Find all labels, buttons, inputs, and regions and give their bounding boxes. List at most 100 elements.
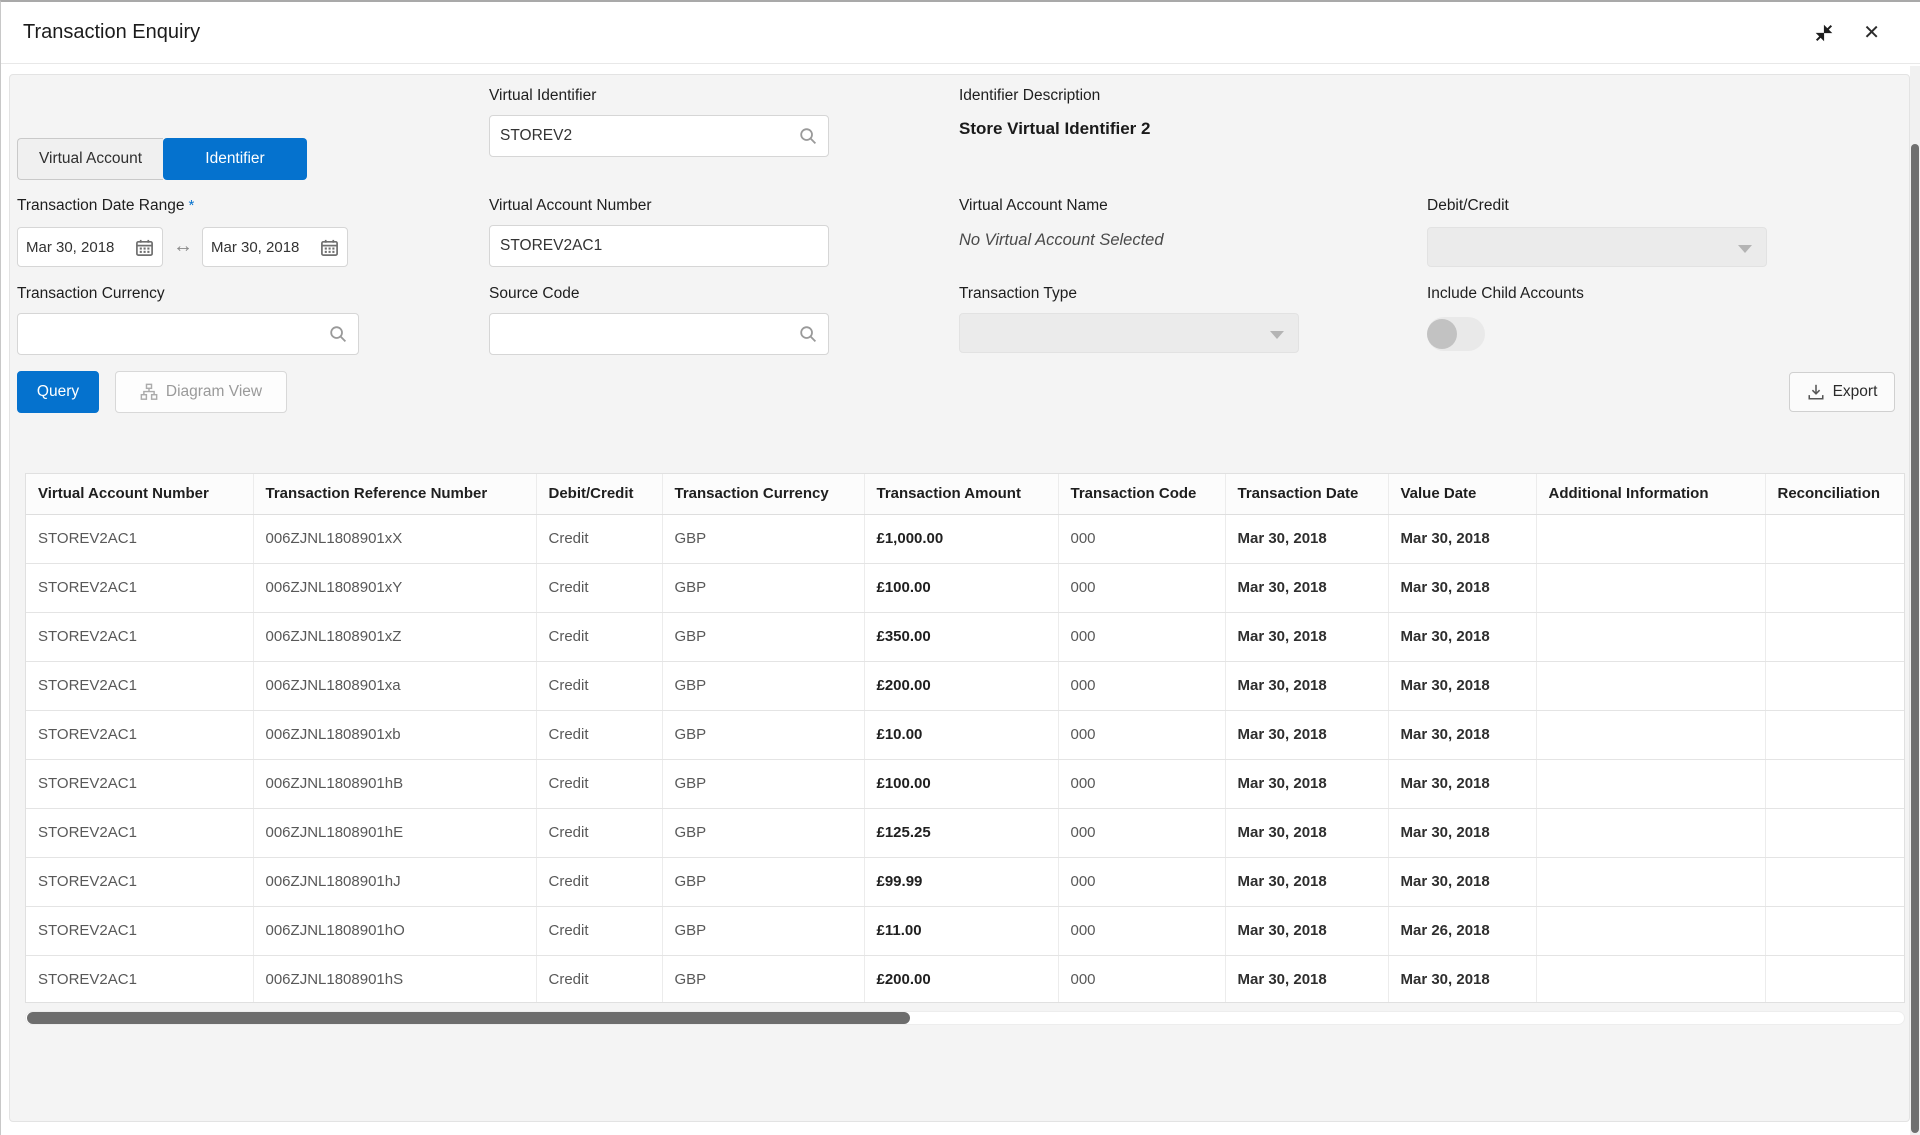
diagram-view-button[interactable]: Diagram View bbox=[115, 371, 287, 413]
column-header-transaction-amount[interactable]: Transaction Amount bbox=[864, 474, 1058, 514]
chevron-down-icon bbox=[1270, 331, 1284, 339]
cell-transaction-date: Mar 30, 2018 bbox=[1225, 563, 1388, 612]
cell-virtual-account-number: STOREV2AC1 bbox=[26, 955, 253, 1003]
required-asterisk: * bbox=[188, 197, 194, 214]
table-row[interactable]: STOREV2AC1006ZJNL1808901xZCreditGBP£350.… bbox=[26, 612, 1905, 661]
cell-transaction-code: 000 bbox=[1058, 710, 1225, 759]
export-button[interactable]: Export bbox=[1789, 372, 1895, 412]
table-row[interactable]: STOREV2AC1006ZJNL1808901xbCreditGBP£10.0… bbox=[26, 710, 1905, 759]
include-child-accounts-toggle[interactable] bbox=[1427, 317, 1485, 351]
column-header-reconciliation[interactable]: Reconciliation bbox=[1765, 474, 1905, 514]
column-header-transaction-date[interactable]: Transaction Date bbox=[1225, 474, 1388, 514]
cell-virtual-account-number: STOREV2AC1 bbox=[26, 514, 253, 563]
date-range-arrow-icon: ↔ bbox=[173, 235, 193, 258]
column-header-value-date[interactable]: Value Date bbox=[1388, 474, 1536, 514]
cell-transaction-date: Mar 30, 2018 bbox=[1225, 710, 1388, 759]
search-icon[interactable] bbox=[328, 324, 348, 344]
cell-additional-information bbox=[1536, 514, 1765, 563]
cell-transaction-amount: £200.00 bbox=[864, 661, 1058, 710]
table-row[interactable]: STOREV2AC1006ZJNL1808901xaCreditGBP£200.… bbox=[26, 661, 1905, 710]
cell-transaction-date: Mar 30, 2018 bbox=[1225, 906, 1388, 955]
cell-value-date: Mar 30, 2018 bbox=[1388, 955, 1536, 1003]
source-code-input[interactable] bbox=[489, 313, 829, 355]
table-row[interactable]: STOREV2AC1006ZJNL1808901xXCreditGBP£1,00… bbox=[26, 514, 1905, 563]
column-header-transaction-code[interactable]: Transaction Code bbox=[1058, 474, 1225, 514]
cell-additional-information bbox=[1536, 955, 1765, 1003]
column-header-debit-credit[interactable]: Debit/Credit bbox=[536, 474, 662, 514]
cell-reconciliation bbox=[1765, 955, 1905, 1003]
cell-debit-credit: Credit bbox=[536, 514, 662, 563]
cell-value-date: Mar 30, 2018 bbox=[1388, 661, 1536, 710]
virtual-identifier-value: STOREV2 bbox=[500, 127, 792, 145]
column-header-transaction-reference-number[interactable]: Transaction Reference Number bbox=[253, 474, 536, 514]
cell-additional-information bbox=[1536, 759, 1765, 808]
collapse-icon[interactable] bbox=[1813, 22, 1835, 44]
vertical-scrollbar-track[interactable] bbox=[1910, 66, 1920, 1135]
cell-transaction-date: Mar 30, 2018 bbox=[1225, 808, 1388, 857]
cell-additional-information bbox=[1536, 906, 1765, 955]
cell-debit-credit: Credit bbox=[536, 906, 662, 955]
vertical-scrollbar-thumb[interactable] bbox=[1911, 144, 1919, 1133]
horizontal-scrollbar-track[interactable] bbox=[25, 1011, 1905, 1025]
cell-value-date: Mar 30, 2018 bbox=[1388, 514, 1536, 563]
cell-transaction-reference-number: 006ZJNL1808901hJ bbox=[253, 857, 536, 906]
transaction-currency-label: Transaction Currency bbox=[17, 285, 165, 303]
cell-transaction-amount: £100.00 bbox=[864, 563, 1058, 612]
filter-panel: Virtual Account Identifier Virtual Ident… bbox=[9, 74, 1910, 1122]
cell-additional-information bbox=[1536, 661, 1765, 710]
calendar-icon[interactable] bbox=[320, 238, 339, 257]
cell-transaction-code: 000 bbox=[1058, 514, 1225, 563]
date-from-input[interactable]: Mar 30, 2018 bbox=[17, 227, 163, 267]
cell-transaction-amount: £11.00 bbox=[864, 906, 1058, 955]
cell-transaction-date: Mar 30, 2018 bbox=[1225, 661, 1388, 710]
table-row[interactable]: STOREV2AC1006ZJNL1808901hJCreditGBP£99.9… bbox=[26, 857, 1905, 906]
transactions-table-head-row: Virtual Account NumberTransaction Refere… bbox=[26, 474, 1905, 514]
cell-debit-credit: Credit bbox=[536, 710, 662, 759]
cell-reconciliation bbox=[1765, 514, 1905, 563]
query-button[interactable]: Query bbox=[17, 371, 99, 413]
calendar-icon[interactable] bbox=[135, 238, 154, 257]
column-header-virtual-account-number[interactable]: Virtual Account Number bbox=[26, 474, 253, 514]
cell-debit-credit: Credit bbox=[536, 612, 662, 661]
identifier-tab[interactable]: Identifier bbox=[163, 138, 307, 180]
transaction-type-dropdown[interactable] bbox=[959, 313, 1299, 353]
close-icon[interactable]: ✕ bbox=[1863, 23, 1880, 43]
virtual-account-tab[interactable]: Virtual Account bbox=[17, 138, 163, 180]
table-row[interactable]: STOREV2AC1006ZJNL1808901hECreditGBP£125.… bbox=[26, 808, 1905, 857]
cell-transaction-reference-number: 006ZJNL1808901hB bbox=[253, 759, 536, 808]
horizontal-scrollbar-thumb[interactable] bbox=[27, 1012, 910, 1024]
virtual-account-number-input[interactable]: STOREV2AC1 bbox=[489, 225, 829, 267]
account-type-toggle: Virtual Account Identifier bbox=[17, 138, 307, 180]
transactions-table-body: STOREV2AC1006ZJNL1808901xXCreditGBP£1,00… bbox=[26, 514, 1905, 1003]
cell-value-date: Mar 30, 2018 bbox=[1388, 710, 1536, 759]
cell-transaction-currency: GBP bbox=[662, 808, 864, 857]
cell-transaction-currency: GBP bbox=[662, 857, 864, 906]
transaction-currency-input[interactable] bbox=[17, 313, 359, 355]
page-title: Transaction Enquiry bbox=[23, 21, 200, 44]
cell-transaction-reference-number: 006ZJNL1808901hE bbox=[253, 808, 536, 857]
column-header-transaction-currency[interactable]: Transaction Currency bbox=[662, 474, 864, 514]
window-controls: ✕ bbox=[1813, 22, 1880, 44]
debit-credit-label: Debit/Credit bbox=[1427, 197, 1509, 215]
cell-transaction-currency: GBP bbox=[662, 612, 864, 661]
virtual-account-name-value: No Virtual Account Selected bbox=[959, 231, 1164, 250]
date-to-value: Mar 30, 2018 bbox=[211, 239, 320, 256]
cell-transaction-amount: £99.99 bbox=[864, 857, 1058, 906]
table-row[interactable]: STOREV2AC1006ZJNL1808901hSCreditGBP£200.… bbox=[26, 955, 1905, 1003]
debit-credit-dropdown[interactable] bbox=[1427, 227, 1767, 267]
cell-debit-credit: Credit bbox=[536, 808, 662, 857]
cell-transaction-amount: £10.00 bbox=[864, 710, 1058, 759]
cell-transaction-code: 000 bbox=[1058, 906, 1225, 955]
cell-virtual-account-number: STOREV2AC1 bbox=[26, 906, 253, 955]
date-to-input[interactable]: Mar 30, 2018 bbox=[202, 227, 348, 267]
column-header-additional-information[interactable]: Additional Information bbox=[1536, 474, 1765, 514]
table-row[interactable]: STOREV2AC1006ZJNL1808901xYCreditGBP£100.… bbox=[26, 563, 1905, 612]
search-icon[interactable] bbox=[798, 324, 818, 344]
cell-virtual-account-number: STOREV2AC1 bbox=[26, 808, 253, 857]
virtual-identifier-input[interactable]: STOREV2 bbox=[489, 115, 829, 157]
table-row[interactable]: STOREV2AC1006ZJNL1808901hBCreditGBP£100.… bbox=[26, 759, 1905, 808]
search-icon[interactable] bbox=[798, 126, 818, 146]
cell-additional-information bbox=[1536, 612, 1765, 661]
table-row[interactable]: STOREV2AC1006ZJNL1808901hOCreditGBP£11.0… bbox=[26, 906, 1905, 955]
virtual-account-number-value: STOREV2AC1 bbox=[500, 237, 818, 255]
